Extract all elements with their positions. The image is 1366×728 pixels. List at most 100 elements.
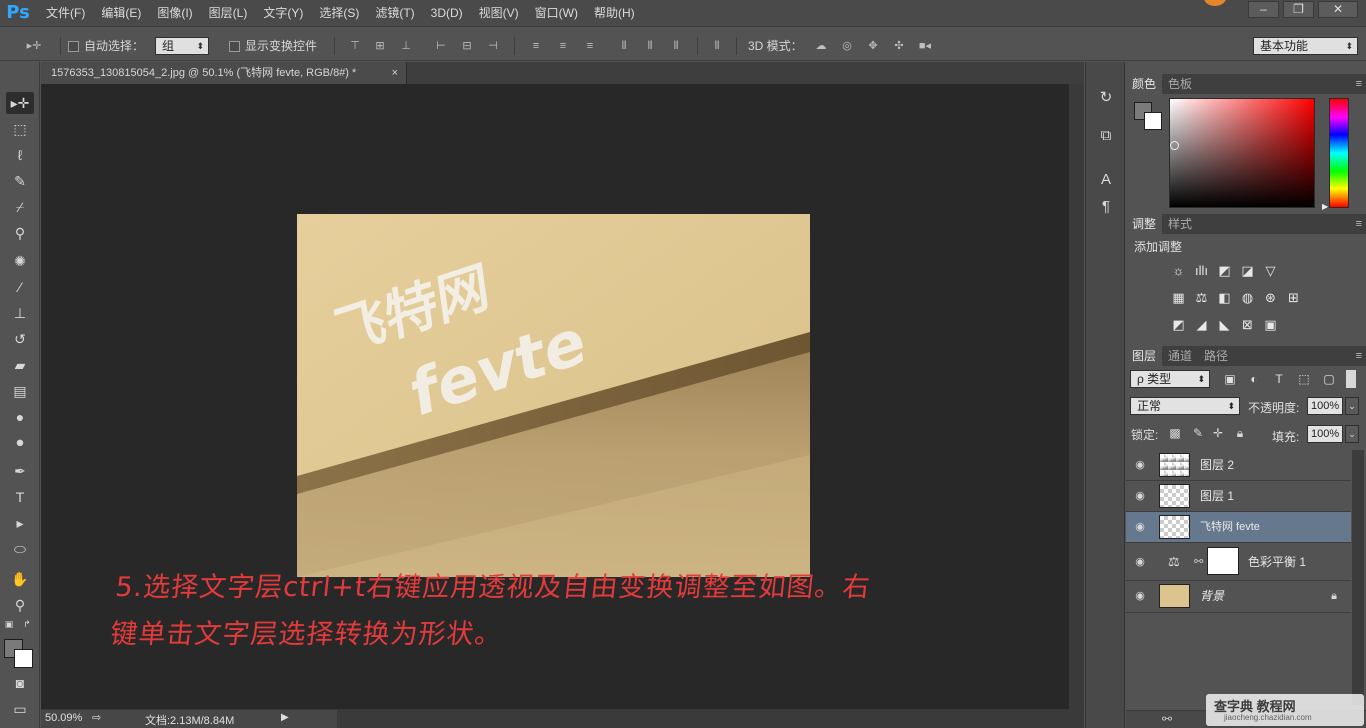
lock-transparent-icon[interactable]: ▩ xyxy=(1168,426,1182,440)
photo-filter-icon[interactable]: ◍ xyxy=(1239,290,1256,305)
visibility-eye-icon[interactable]: ◉ xyxy=(1133,555,1147,569)
3d-panel-icon[interactable]: ⧉ xyxy=(1095,125,1117,147)
lasso-tool-icon[interactable]: ℓ xyxy=(6,144,34,166)
panel-background-swatch[interactable] xyxy=(1144,112,1162,130)
brightness-icon[interactable]: ☼ xyxy=(1170,263,1187,278)
pen-tool-icon[interactable]: ✒ xyxy=(6,460,34,482)
document-tab[interactable]: 1576353_130815054_2.jpg @ 50.1% (飞特网 fev… xyxy=(41,62,407,84)
zoom-tool-icon[interactable]: ⚲ xyxy=(6,594,34,616)
distribute-right-icon[interactable]: ⫴ xyxy=(669,40,683,52)
menu-filter[interactable]: 滤镜(T) xyxy=(367,0,422,27)
layer-name[interactable]: 背景 xyxy=(1200,581,1224,612)
panel-menu-icon[interactable]: ≡ xyxy=(1356,346,1362,366)
channel-mixer-icon[interactable]: ⊛ xyxy=(1262,290,1279,305)
visibility-eye-icon[interactable]: ◉ xyxy=(1133,589,1147,603)
move-tool-icon[interactable]: ▸✛ xyxy=(6,92,34,114)
curves-icon[interactable]: ◩ xyxy=(1216,263,1233,278)
distribute-bottom-icon[interactable]: ≡ xyxy=(583,40,597,52)
type-tool-icon[interactable]: T xyxy=(6,486,34,508)
align-top-icon[interactable]: ⊤ xyxy=(348,40,362,52)
posterize-icon[interactable]: ◢ xyxy=(1193,317,1210,332)
scale-3d-icon[interactable]: ■◂ xyxy=(918,40,932,52)
dodge-tool-icon[interactable]: ⚫ xyxy=(6,432,34,454)
layers-scrollbar[interactable] xyxy=(1352,450,1364,705)
layer-row-layer-1[interactable]: ◉ 图层 1 xyxy=(1126,481,1351,512)
vibrance-icon[interactable]: ▽ xyxy=(1262,263,1279,278)
canvas-vertical-scrollbar[interactable] xyxy=(1069,84,1084,709)
threshold-icon[interactable]: ◣ xyxy=(1216,317,1233,332)
layer-name[interactable]: 图层 2 xyxy=(1200,450,1234,481)
filter-toggle-icon[interactable] xyxy=(1346,370,1356,388)
history-brush-tool-icon[interactable]: ↺ xyxy=(6,328,34,350)
background-color-swatch[interactable] xyxy=(14,649,33,668)
paragraph-panel-icon[interactable]: ¶ xyxy=(1095,196,1117,218)
menu-layer[interactable]: 图层(L) xyxy=(201,0,256,27)
close-tab-icon[interactable]: × xyxy=(392,62,398,84)
tab-styles[interactable]: 样式 xyxy=(1162,214,1198,234)
filter-type-icon[interactable]: T xyxy=(1271,370,1287,388)
workspace-dropdown[interactable]: 基本功能 ⬍ xyxy=(1253,37,1358,55)
blur-tool-icon[interactable]: ● xyxy=(6,406,34,428)
tab-paths[interactable]: 路径 xyxy=(1198,346,1234,366)
auto-select-option[interactable]: 自动选择： xyxy=(68,31,144,61)
invert-icon[interactable]: ◩ xyxy=(1170,317,1187,332)
slide-3d-icon[interactable]: ✣ xyxy=(892,40,906,52)
distribute-top-icon[interactable]: ≡ xyxy=(529,40,543,52)
canvas-area[interactable]: 飞特网 fevte 5.选择文字层ctrl+t右键应用透视及自由变换调整至如图。… xyxy=(41,84,1084,709)
path-select-tool-icon[interactable]: ▸ xyxy=(6,512,34,534)
selective-color-icon[interactable]: ▣ xyxy=(1262,317,1279,332)
menu-edit[interactable]: 编辑(E) xyxy=(93,0,149,27)
menu-3d[interactable]: 3D(D) xyxy=(423,0,471,27)
align-bottom-icon[interactable]: ⊥ xyxy=(399,40,413,52)
move-tool-preset-icon[interactable]: ▸✛ xyxy=(24,40,44,52)
tab-channels[interactable]: 通道 xyxy=(1162,346,1198,366)
clone-stamp-tool-icon[interactable]: ⊥ xyxy=(6,302,34,324)
filter-shape-icon[interactable]: ⬚ xyxy=(1296,370,1312,388)
eyedropper-tool-icon[interactable]: ⚲ xyxy=(6,222,34,244)
layer-row-text[interactable]: ◉ 飞特网 fevte xyxy=(1126,512,1351,543)
screen-mode-icon[interactable]: ▭ xyxy=(6,698,34,720)
panel-menu-icon[interactable]: ≡ xyxy=(1356,214,1362,234)
update-indicator[interactable] xyxy=(1204,0,1226,6)
quick-mask-icon[interactable]: ◙ xyxy=(6,672,34,694)
drag-3d-icon[interactable]: ✥ xyxy=(866,40,880,52)
auto-select-checkbox[interactable] xyxy=(68,41,79,53)
visibility-eye-icon[interactable]: ◉ xyxy=(1133,520,1147,534)
menu-window[interactable]: 窗口(W) xyxy=(527,0,586,27)
gradient-tool-icon[interactable]: ▤ xyxy=(6,380,34,402)
marquee-tool-icon[interactable]: ⬚ xyxy=(6,118,34,140)
menu-view[interactable]: 视图(V) xyxy=(471,0,527,27)
link-layers-icon[interactable]: ⚯ xyxy=(1162,712,1172,726)
healing-brush-tool-icon[interactable]: ✺ xyxy=(6,250,34,272)
eraser-tool-icon[interactable]: ▰ xyxy=(6,354,34,376)
color-spectrum-picker[interactable] xyxy=(1169,98,1315,208)
color-balance-icon[interactable]: ⚖ xyxy=(1193,290,1210,305)
layer-name[interactable]: 飞特网 fevte xyxy=(1200,512,1260,543)
align-hcenter-icon[interactable]: ⊟ xyxy=(460,40,474,52)
fill-input[interactable]: 100% xyxy=(1307,425,1343,443)
auto-align-icon[interactable]: ⦀ xyxy=(710,40,724,52)
layer-row-color-balance[interactable]: ◉ ⚖ ⚯ 色彩平衡 1 xyxy=(1126,543,1351,581)
quick-select-tool-icon[interactable]: ✎ xyxy=(6,170,34,192)
visibility-eye-icon[interactable]: ◉ xyxy=(1133,458,1147,472)
document-image[interactable]: 飞特网 fevte xyxy=(297,214,810,577)
layer-filter-dropdown[interactable]: ρ 类型 ⬍ xyxy=(1130,370,1210,388)
hue-slider[interactable] xyxy=(1329,98,1349,208)
lock-all-icon[interactable]: 🔒︎ xyxy=(1233,426,1247,440)
auto-select-dropdown[interactable]: 组 ⬍ xyxy=(155,37,209,55)
opacity-input[interactable]: 100% xyxy=(1307,397,1343,415)
show-transform-option[interactable]: 显示变换控件 xyxy=(229,31,317,61)
filter-smart-object-icon[interactable]: ▢ xyxy=(1321,370,1337,388)
lock-position-icon[interactable]: ✛ xyxy=(1211,426,1225,440)
align-vcenter-icon[interactable]: ⊞ xyxy=(373,40,387,52)
tab-layers[interactable]: 图层 xyxy=(1126,346,1163,366)
canvas-horizontal-scrollbar[interactable] xyxy=(337,710,1084,728)
tab-adjustments[interactable]: 调整 xyxy=(1126,214,1163,234)
ellipse-tool-icon[interactable]: ⬭ xyxy=(6,538,34,560)
layer-row-layer-2[interactable]: ◉ 图层 2 xyxy=(1126,450,1351,481)
layer-name[interactable]: 色彩平衡 1 xyxy=(1248,543,1306,581)
restore-button[interactable]: ❐ xyxy=(1283,1,1314,18)
exposure-icon[interactable]: ◪ xyxy=(1239,263,1256,278)
minimize-button[interactable]: – xyxy=(1248,1,1279,18)
filter-pixel-icon[interactable]: ▣ xyxy=(1222,370,1238,388)
